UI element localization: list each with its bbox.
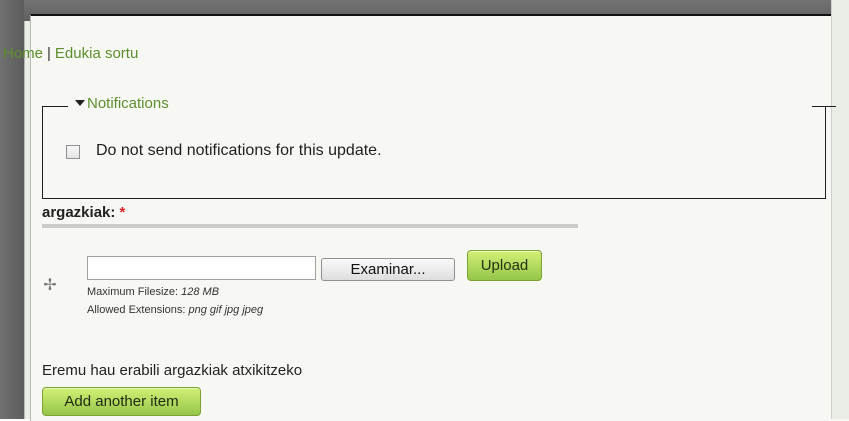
field-title-text: argazkiak:: [42, 204, 116, 221]
add-another-item-button[interactable]: Add another item: [42, 387, 201, 416]
browse-button[interactable]: Examinar...: [321, 258, 455, 281]
content-shell: [30, 14, 849, 421]
right-edge: [831, 0, 849, 419]
notifications-legend[interactable]: Notifications: [75, 95, 169, 112]
window-left-bar: [0, 0, 24, 419]
max-filesize-value: 128 MB: [181, 286, 220, 298]
triangle-down-icon: [75, 100, 85, 106]
max-filesize-label: Maximum Filesize:: [87, 286, 179, 298]
breadcrumb-current-link[interactable]: Edukia sortu: [55, 45, 138, 62]
upload-button[interactable]: Upload: [467, 250, 542, 281]
allowed-extensions-value: png gif jpg jpeg: [188, 304, 264, 316]
allowed-extensions-label: Allowed Extensions:: [87, 304, 186, 316]
file-input[interactable]: [87, 256, 316, 280]
required-marker: *: [119, 204, 126, 221]
allowed-extensions-text: Allowed Extensions: png gif jpg jpeg: [87, 304, 263, 316]
notifications-legend-label: Notifications: [87, 95, 169, 112]
field-title: argazkiak: *: [42, 204, 125, 221]
breadcrumb-home-link[interactable]: Home: [3, 45, 43, 62]
breadcrumb: Home | Edukia sortu: [3, 45, 138, 62]
field-description: Eremu hau erabili argazkiak atxikitzeko: [42, 362, 303, 379]
move-cross-icon[interactable]: ✢: [43, 278, 57, 294]
field-divider: [42, 224, 578, 228]
max-filesize-text: Maximum Filesize: 128 MB: [87, 286, 219, 298]
breadcrumb-separator: |: [47, 45, 51, 62]
no-notifications-label[interactable]: Do not send notifications for this updat…: [96, 142, 382, 160]
no-notifications-checkbox[interactable]: [66, 145, 80, 159]
